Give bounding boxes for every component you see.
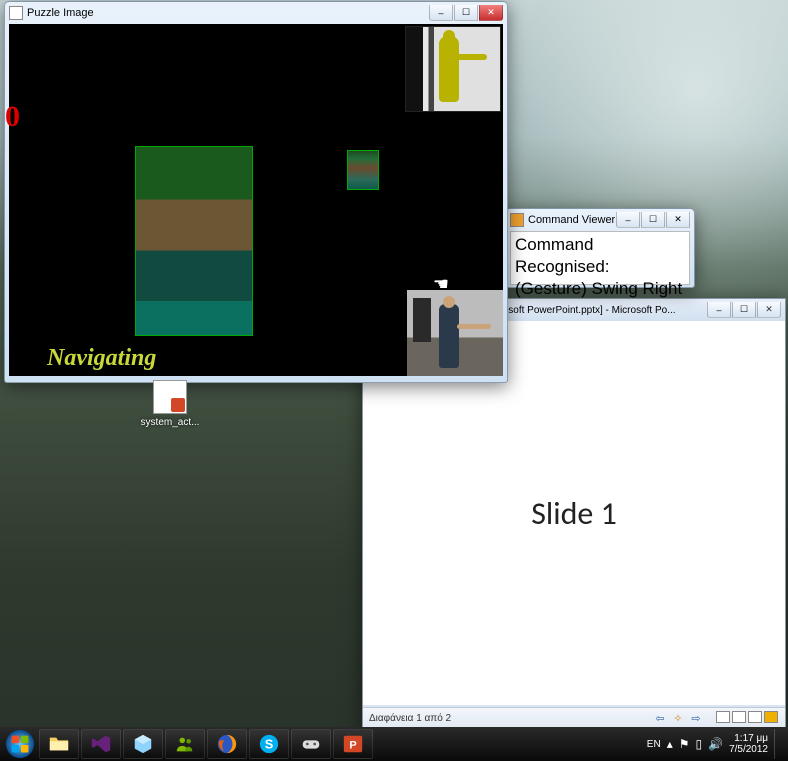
skype-icon: S — [258, 733, 280, 755]
puzzle-title: Puzzle Image — [27, 7, 428, 19]
clock-date: 7/5/2012 — [729, 744, 768, 755]
maximize-button[interactable]: ☐ — [732, 302, 756, 318]
system-tray[interactable]: EN ▴ ⚑ ▯ 🔊 1:17 μμ 7/5/2012 — [647, 729, 788, 759]
desktop-icon-label: system_act... — [140, 417, 200, 428]
command-viewer-body: Command Recognised: (Gesture) Swing Righ… — [510, 231, 690, 285]
start-button[interactable] — [2, 729, 38, 759]
taskbar-powerpoint[interactable]: P — [333, 729, 373, 759]
svg-text:S: S — [265, 737, 274, 752]
taskbar-firefox[interactable] — [207, 729, 247, 759]
command-viewer-app-icon — [510, 213, 524, 227]
visual-studio-icon — [90, 733, 112, 755]
close-button[interactable]: ✕ — [757, 302, 781, 318]
mode-label: Navigating — [47, 345, 156, 372]
puzzle-titlebar[interactable]: Puzzle Image – ☐ ✕ — [5, 2, 507, 24]
maximize-button[interactable]: ☐ — [641, 212, 665, 228]
puzzle-piece[interactable] — [347, 150, 379, 190]
taskbar-games[interactable] — [291, 729, 331, 759]
people-icon — [174, 733, 196, 755]
volume-icon[interactable]: 🔊 — [708, 737, 723, 751]
slide-counter: Διαφάνεια 1 από 2 — [369, 713, 451, 724]
taskbar-visualstudio[interactable] — [81, 729, 121, 759]
desktop-icon-system-act[interactable]: system_act... — [140, 380, 200, 428]
taskbar-skype[interactable]: S — [249, 729, 289, 759]
depth-preview — [405, 26, 501, 112]
command-line2: (Gesture) Swing Right — [515, 278, 685, 300]
silhouette-icon — [431, 30, 475, 108]
minimize-button[interactable]: – — [616, 212, 640, 228]
prev-slide-icon[interactable]: ⇦ — [653, 712, 667, 726]
clock-time: 1:17 μμ — [729, 733, 768, 744]
show-desktop-button[interactable] — [774, 729, 784, 759]
command-viewer-titlebar[interactable]: Command Viewer – ☐ ✕ — [506, 209, 694, 231]
command-viewer-window[interactable]: Command Viewer – ☐ ✕ Command Recognised:… — [505, 208, 695, 288]
close-button[interactable]: ✕ — [479, 5, 503, 21]
puzzle-window[interactable]: Puzzle Image – ☐ ✕ 0 ☚ Navigating — [4, 1, 508, 383]
svg-text:P: P — [349, 740, 356, 752]
gamepad-icon — [300, 733, 322, 755]
network-icon[interactable]: ▯ — [696, 737, 703, 751]
puzzle-app-icon — [9, 6, 23, 20]
view-switcher[interactable] — [715, 711, 779, 726]
up-icon[interactable]: ✧ — [671, 712, 685, 726]
file-icon — [153, 380, 187, 414]
slide-text: Slide 1 — [531, 494, 617, 533]
firefox-icon — [216, 733, 238, 755]
taskbar-explorer[interactable] — [39, 729, 79, 759]
maximize-button[interactable]: ☐ — [454, 5, 478, 21]
minimize-button[interactable]: – — [429, 5, 453, 21]
powerpoint-statusbar: Διαφάνεια 1 από 2 ⇦ ✧ ⇨ — [363, 707, 785, 729]
folder-icon — [48, 733, 70, 755]
taskbar[interactable]: S P EN ▴ ⚑ ▯ 🔊 1:17 μμ 7/5/2012 — [0, 727, 788, 761]
counter-display: 0 — [5, 102, 20, 132]
windows-logo-icon — [5, 729, 35, 759]
taskbar-box[interactable] — [123, 729, 163, 759]
close-button[interactable]: ✕ — [666, 212, 690, 228]
cube-icon — [132, 733, 154, 755]
camera-preview — [407, 290, 503, 376]
puzzle-piece[interactable] — [135, 146, 253, 336]
clock[interactable]: 1:17 μμ 7/5/2012 — [729, 733, 768, 755]
tray-up-icon[interactable]: ▴ — [667, 737, 673, 751]
puzzle-canvas[interactable]: 0 ☚ Navigating — [9, 24, 503, 376]
language-indicator[interactable]: EN — [647, 739, 661, 750]
flag-icon[interactable]: ⚑ — [679, 737, 690, 751]
command-viewer-title: Command Viewer — [528, 214, 615, 226]
command-line1: Command Recognised: — [515, 234, 685, 278]
next-slide-icon[interactable]: ⇨ — [689, 712, 703, 726]
taskbar-messenger[interactable] — [165, 729, 205, 759]
powerpoint-icon: P — [342, 733, 364, 755]
minimize-button[interactable]: – — [707, 302, 731, 318]
